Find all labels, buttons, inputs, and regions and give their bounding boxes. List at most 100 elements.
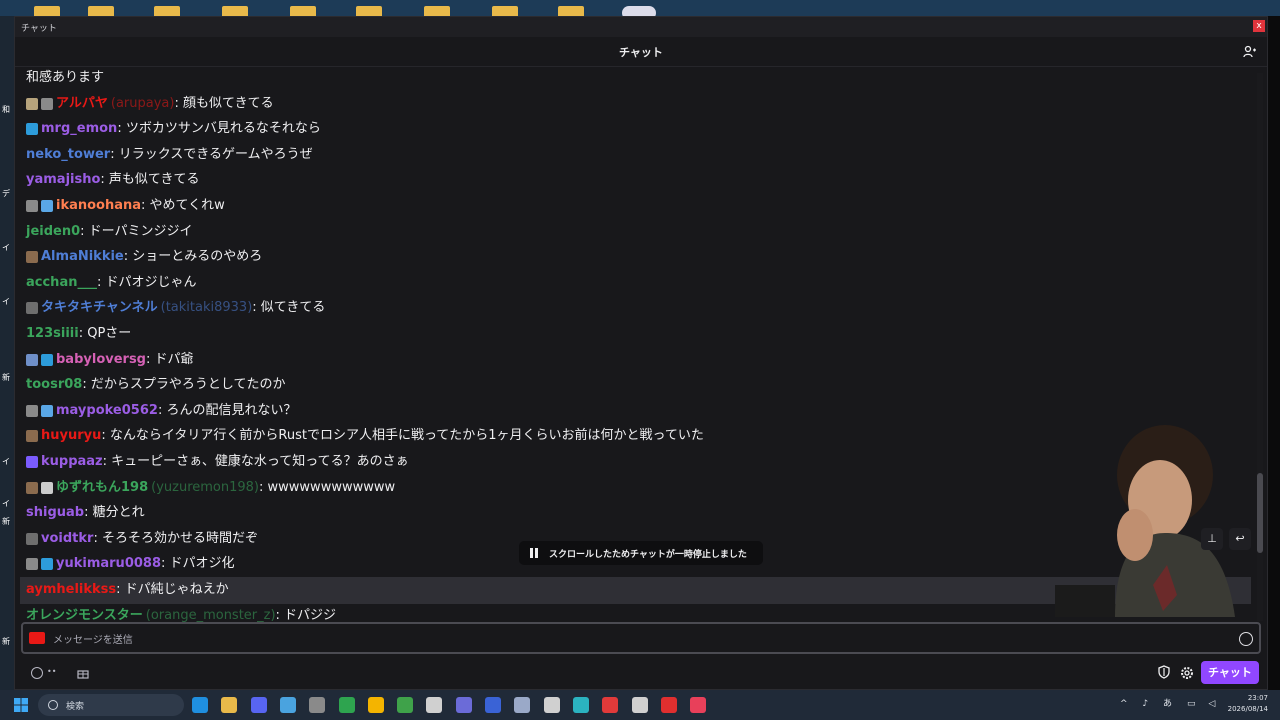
community-users-icon[interactable] [1243, 45, 1257, 59]
chat-message[interactable]: huyuryu: なんならイタリア行く前からRustでロシア人相手に戦ってたから… [26, 424, 704, 448]
ime-indicator[interactable]: あ [1163, 699, 1172, 709]
edge-icon[interactable] [192, 697, 208, 713]
send-chat-button[interactable]: チャット [1201, 661, 1259, 684]
monitor-app-icon[interactable] [485, 697, 501, 713]
gift-icon[interactable] [77, 667, 89, 679]
windows-start-icon[interactable] [14, 698, 28, 712]
chat-username[interactable]: mrg_emon [41, 117, 117, 141]
chat-username-login[interactable]: (yuzuremon198) [151, 476, 259, 500]
chat-username[interactable]: AlmaNikkie [41, 245, 124, 269]
vivaldi-icon[interactable] [690, 697, 707, 713]
folder-icon[interactable] [290, 6, 316, 16]
folder-icon[interactable] [558, 6, 584, 16]
chat-username[interactable]: ゆずれもん198 [56, 476, 148, 500]
reply-icon[interactable]: ↩ [1229, 528, 1251, 550]
chat-username[interactable]: voidtkr [41, 527, 93, 551]
chat-message[interactable]: voidtkr: そろそろ効かせる時間だぞ [26, 527, 258, 551]
scrollbar-thumb[interactable] [1257, 473, 1263, 553]
notepad-icon[interactable] [279, 697, 296, 713]
chat-message[interactable]: kuppaaz: キューピーさぁ、健康な水って知ってる？あのさぁ [26, 450, 409, 474]
volume-icon[interactable]: ◁ [1208, 699, 1215, 709]
badge-icon[interactable] [26, 558, 38, 571]
chat-message[interactable]: タキタキチャンネル (takitaki8933): 似てきてる [26, 296, 325, 320]
badge-icon[interactable] [26, 200, 38, 212]
chat-username[interactable]: neko_tower [26, 143, 110, 167]
folder-icon[interactable] [34, 6, 60, 16]
chat-input[interactable]: メッセージを送信 [21, 622, 1261, 654]
badge-icon[interactable] [26, 97, 38, 110]
chat-username[interactable]: huyuryu [41, 424, 101, 448]
window-close-button[interactable]: x [1253, 20, 1265, 32]
badge-icon[interactable] [26, 123, 38, 136]
folder-icon[interactable] [356, 6, 382, 16]
app-icon[interactable] [543, 697, 560, 713]
emote-picker-icon[interactable] [1239, 632, 1253, 646]
chat-message[interactable]: 123siiii: QPさー [26, 322, 131, 346]
chat-username[interactable]: アルパヤ [56, 92, 108, 116]
x-app-icon[interactable] [631, 697, 648, 713]
chat-username[interactable]: ikanoohana [56, 194, 141, 218]
chat-username[interactable]: babyloversg [56, 348, 146, 372]
chat-message[interactable]: ゆずれもん198 (yuzuremon198): wwwwwwwwwwww [26, 476, 395, 500]
chat-message[interactable]: ikanoohana: やめてくれw [26, 194, 225, 218]
badge-icon[interactable] [26, 302, 38, 315]
folder-icon[interactable] [222, 6, 248, 16]
chat-username[interactable]: タキタキチャンネル [41, 296, 158, 320]
chat-username-login[interactable]: (arupaya) [111, 92, 175, 116]
network-icon[interactable]: ▭ [1187, 699, 1196, 709]
chat-username[interactable]: kuppaaz [41, 450, 103, 474]
chat-username[interactable]: shiguab [26, 501, 84, 525]
pin-icon[interactable]: ⊥ [1201, 528, 1223, 550]
badge-icon[interactable] [26, 251, 38, 264]
chat-message[interactable]: aymhelikkss: ドパ純じゃねえか [26, 578, 229, 602]
badge-icon[interactable] [26, 430, 38, 443]
chat-message[interactable]: yukimaru0088: ドパオジ化 [26, 552, 235, 576]
chat-message[interactable]: AlmaNikkie: ショーとみるのやめろ [26, 245, 262, 269]
chat-message[interactable]: maypoke0562: ろんの配信見れない？ [26, 399, 296, 423]
badge-icon[interactable] [41, 200, 53, 212]
chat-message[interactable]: mrg_emon: ツボカツサンバ見れるなそれなら [26, 117, 321, 141]
steam-icon[interactable] [514, 697, 531, 713]
chat-username[interactable]: jeiden0 [26, 220, 80, 244]
chat-message[interactable]: babyloversg: ドパ爺 [26, 348, 194, 372]
chat-username[interactable]: 123siiii [26, 322, 79, 346]
badge-icon[interactable] [41, 353, 53, 366]
badge-icon[interactable] [41, 558, 53, 571]
chat-message[interactable]: yamajisho: 声も似てきてる [26, 168, 200, 192]
microphone-icon[interactable]: ♪ [1142, 699, 1148, 709]
chat-username-login[interactable]: (takitaki8933) [161, 296, 253, 320]
chat-message[interactable]: acchan___: ドパオジじゃん [26, 271, 196, 295]
camera-icon[interactable] [29, 632, 45, 644]
globe-app-icon[interactable] [572, 697, 589, 713]
chat-paused-notice[interactable]: スクロールしたためチャットが一時停止しました [519, 541, 763, 565]
folder-icon[interactable] [492, 6, 518, 16]
app-shortcut-icon[interactable] [622, 6, 656, 16]
folder-icon[interactable] [88, 6, 114, 16]
chat-message[interactable]: toosr08: だからスプラやろうとしてたのか [26, 373, 285, 397]
badge-icon[interactable] [26, 532, 38, 545]
folder-icon[interactable] [154, 6, 180, 16]
lock-app-icon[interactable] [660, 697, 677, 713]
badge-icon[interactable] [26, 404, 38, 417]
chat-message[interactable]: neko_tower: リラックスできるゲームやろうぜ [26, 143, 313, 167]
chat-message[interactable]: 和感あります [26, 67, 104, 90]
badge-icon[interactable] [41, 481, 53, 494]
chat-username[interactable]: aymhelikkss [26, 578, 116, 602]
red-app-icon[interactable] [602, 697, 619, 713]
minecraft-icon[interactable] [338, 697, 355, 713]
gear-icon[interactable] [1179, 665, 1195, 681]
chat-username[interactable]: yukimaru0088 [56, 552, 161, 576]
chat-scrollbar[interactable] [1257, 73, 1263, 621]
badge-icon[interactable] [41, 97, 53, 110]
chat-username[interactable]: toosr08 [26, 373, 82, 397]
capcut-icon[interactable] [426, 697, 443, 713]
chat-username[interactable]: yamajisho [26, 168, 100, 192]
chat-message[interactable]: アルパヤ (arupaya): 顔も似てきてる [26, 92, 274, 116]
obs-icon[interactable] [309, 697, 326, 713]
badge-icon[interactable] [26, 481, 38, 494]
taskbar-search[interactable]: 検索 [38, 694, 184, 716]
chat-username[interactable]: acchan___ [26, 271, 97, 295]
chat-message[interactable]: shiguab: 糖分とれ [26, 501, 145, 525]
audio-app-icon[interactable] [455, 697, 472, 713]
tray-chevron-icon[interactable]: ^ [1120, 699, 1128, 709]
